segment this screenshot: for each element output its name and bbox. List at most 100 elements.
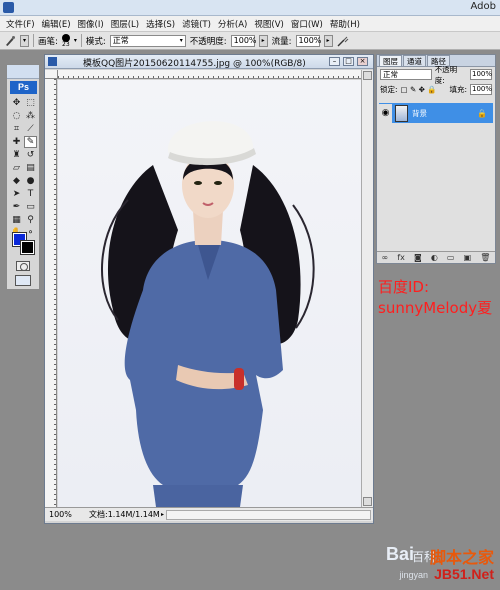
scroll-down-button[interactable] bbox=[363, 497, 372, 506]
zoom-level[interactable]: 100% bbox=[45, 510, 73, 519]
blur-tool-icon[interactable]: ◆ bbox=[10, 175, 23, 187]
adjustment-layer-icon[interactable]: ◐ bbox=[431, 253, 438, 262]
gradient-tool-icon[interactable]: ▤ bbox=[24, 162, 37, 174]
tool-options-bar: ▾ 画笔: 23 ▾ 模式: 正常 ▾ 不透明度: 100% ▸ 流量: 100%… bbox=[0, 32, 500, 50]
layer-thumbnail bbox=[395, 104, 408, 122]
jingyan-watermark: jingyan bbox=[399, 570, 428, 580]
slice-tool-icon[interactable]: ⟋ bbox=[24, 123, 37, 135]
magic-wand-tool-icon[interactable]: ⁂ bbox=[24, 110, 37, 122]
flow-input[interactable]: 100% bbox=[295, 34, 321, 47]
blend-mode-select[interactable]: 正常 bbox=[380, 69, 432, 80]
shape-tool-icon[interactable]: ▭ bbox=[24, 201, 37, 213]
menu-file[interactable]: 文件(F) bbox=[6, 18, 35, 30]
layer-lock-row: 锁定: ▢ ✎ ✥ 🔒 填充: 100% bbox=[377, 82, 495, 97]
chevron-down-icon[interactable]: ▾ bbox=[74, 37, 77, 44]
pen-tool-icon[interactable]: ✒ bbox=[10, 201, 23, 213]
app-title: Adob bbox=[470, 1, 496, 12]
baidu-watermark: Bai bbox=[385, 544, 414, 564]
vertical-scrollbar[interactable] bbox=[361, 70, 373, 507]
tool-preset-dropdown[interactable]: ▾ bbox=[20, 34, 29, 47]
eraser-tool-icon[interactable]: ▱ bbox=[10, 162, 23, 174]
layer-opacity-label: 不透明度: bbox=[434, 64, 458, 85]
screen-mode-icon[interactable] bbox=[15, 275, 31, 286]
mode-value: 正常 bbox=[112, 35, 129, 45]
tab-channels[interactable]: 通道 bbox=[403, 55, 426, 66]
lock-icons[interactable]: ▢ ✎ ✥ 🔒 bbox=[401, 85, 437, 94]
fill-input[interactable]: 100% bbox=[470, 84, 492, 95]
minimize-button[interactable]: – bbox=[329, 57, 340, 66]
marquee-tool-icon[interactable]: ⬚ bbox=[24, 97, 37, 109]
trash-icon[interactable]: 🗑 bbox=[480, 253, 490, 262]
menu-edit[interactable]: 编辑(E) bbox=[42, 18, 71, 30]
layer-mask-icon[interactable]: ◙ bbox=[414, 253, 422, 262]
menu-analysis[interactable]: 分析(A) bbox=[218, 18, 247, 30]
document-icon bbox=[48, 57, 57, 66]
quick-mask-icon[interactable] bbox=[16, 261, 30, 271]
document-window: 模板QQ图片20150620114755.jpg @ 100%(RGB/8) –… bbox=[44, 54, 374, 524]
layers-panel-footer: ∞ fx ◙ ◐ ▭ ▣ 🗑 bbox=[377, 251, 495, 263]
ruler-origin[interactable] bbox=[45, 70, 58, 79]
move-tool-icon[interactable]: ✥ bbox=[10, 97, 23, 109]
brush-tool-icon[interactable]: ✎ bbox=[24, 136, 37, 148]
author-id-value: sunnyMelody夏 bbox=[378, 299, 493, 317]
visibility-eye-icon[interactable]: ◉ bbox=[379, 103, 392, 123]
jb51-watermark-url: JB51.Net bbox=[434, 566, 494, 582]
menu-select[interactable]: 选择(S) bbox=[146, 18, 175, 30]
close-button[interactable]: × bbox=[357, 57, 368, 66]
path-selection-tool-icon[interactable]: ➤ bbox=[10, 188, 23, 200]
healing-brush-tool-icon[interactable]: ✚ bbox=[10, 136, 23, 148]
chevron-down-icon: ▾ bbox=[179, 36, 183, 44]
tab-layers[interactable]: 图层 bbox=[379, 55, 402, 66]
jb51-watermark-cn: 脚本之家 bbox=[429, 550, 494, 567]
eyedropper-tool-icon[interactable]: ⚲ bbox=[24, 214, 37, 226]
toolbox-header[interactable] bbox=[7, 65, 39, 79]
document-size[interactable]: 文档:1.14M/1.14M bbox=[87, 509, 161, 520]
menu-help[interactable]: 帮助(H) bbox=[330, 18, 360, 30]
app-title-bar: Adob bbox=[0, 0, 500, 16]
new-group-icon[interactable]: ▭ bbox=[447, 253, 455, 262]
scroll-up-button[interactable] bbox=[363, 71, 372, 80]
vertical-ruler[interactable] bbox=[45, 79, 57, 507]
status-menu-arrow-icon[interactable]: ▸ bbox=[161, 511, 164, 518]
photo-woman-illustration bbox=[101, 121, 315, 507]
menu-view[interactable]: 视图(V) bbox=[254, 18, 283, 30]
horizontal-ruler[interactable] bbox=[58, 70, 361, 79]
horizontal-scrollbar[interactable] bbox=[166, 509, 371, 520]
document-title-bar[interactable]: 模板QQ图片20150620114755.jpg @ 100%(RGB/8) –… bbox=[45, 55, 373, 69]
menu-filter[interactable]: 滤镜(T) bbox=[182, 18, 211, 30]
tool-grid: ✥ ⬚ ◌ ⁂ ⌗ ⟋ ✚ ✎ ♜ ↺ ▱ ▤ ◆ ● ➤ T ✒ ▭ ▦ ⚲ … bbox=[10, 97, 38, 240]
type-tool-icon[interactable]: T bbox=[24, 188, 37, 200]
dodge-tool-icon[interactable]: ● bbox=[24, 175, 37, 187]
maximize-button[interactable]: □ bbox=[343, 57, 354, 66]
mode-select[interactable]: 正常 ▾ bbox=[109, 34, 186, 47]
brush-preset-picker[interactable]: 23 bbox=[61, 33, 70, 48]
background-color-swatch[interactable] bbox=[20, 240, 35, 255]
crop-tool-icon[interactable]: ⌗ bbox=[10, 123, 23, 135]
history-brush-tool-icon[interactable]: ↺ bbox=[24, 149, 37, 161]
brush-tool-icon[interactable] bbox=[4, 35, 16, 47]
mode-label: 模式: bbox=[85, 36, 106, 47]
menu-window[interactable]: 窗口(W) bbox=[291, 18, 323, 30]
notes-tool-icon[interactable]: ▦ bbox=[10, 214, 23, 226]
opacity-input[interactable]: 100% bbox=[230, 34, 257, 47]
flow-slider-toggle[interactable]: ▸ bbox=[323, 34, 333, 47]
opacity-slider-toggle[interactable]: ▸ bbox=[258, 34, 268, 47]
toolbox-panel: Ps ✥ ⬚ ◌ ⁂ ⌗ ⟋ ✚ ✎ ♜ ↺ ▱ ▤ ◆ ● ➤ T ✒ ▭ ▦… bbox=[6, 64, 40, 290]
document-title: 模板QQ图片20150620114755.jpg @ 100%(RGB/8) bbox=[83, 59, 306, 69]
image-canvas[interactable] bbox=[58, 80, 361, 507]
link-layers-icon[interactable]: ∞ bbox=[382, 253, 389, 262]
layer-opacity-input[interactable]: 100% bbox=[470, 69, 492, 80]
menu-image[interactable]: 图像(I) bbox=[78, 18, 104, 30]
menu-layer[interactable]: 图层(L) bbox=[111, 18, 139, 30]
layer-style-icon[interactable]: fx bbox=[397, 253, 405, 262]
new-layer-icon[interactable]: ▣ bbox=[464, 253, 472, 262]
lock-icon: 🔒 bbox=[477, 108, 487, 118]
clone-stamp-tool-icon[interactable]: ♜ bbox=[10, 149, 23, 161]
photoshop-app-icon bbox=[3, 2, 14, 13]
fill-label: 填充: bbox=[449, 85, 467, 94]
lock-label: 锁定: bbox=[380, 85, 398, 94]
layer-row-background[interactable]: ◉ 背景 🔒 bbox=[379, 103, 493, 123]
lasso-tool-icon[interactable]: ◌ bbox=[10, 110, 23, 122]
menu-bar: 文件(F) 编辑(E) 图像(I) 图层(L) 选择(S) 滤镜(T) 分析(A… bbox=[0, 16, 500, 32]
airbrush-icon[interactable] bbox=[337, 35, 349, 47]
